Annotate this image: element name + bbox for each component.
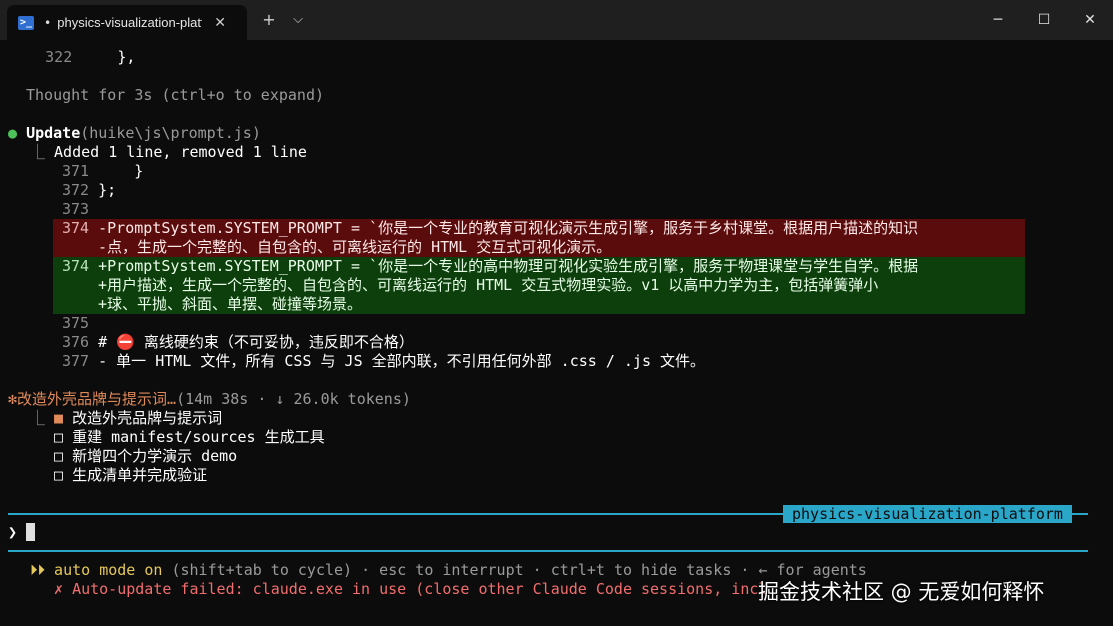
task-item: □ 新增四个力学演示 demo [54, 447, 238, 465]
error-icon: ✗ [54, 580, 64, 598]
removed-line: -点，生成一个完整的、自包含的、可离线运行的 HTML 交互式可视化演示。 [98, 238, 612, 256]
checkbox-empty-icon: □ [54, 466, 64, 484]
code-line: 371 } [62, 162, 144, 180]
code-line: 322 }, [45, 48, 136, 66]
tab-close-icon[interactable]: ✕ [214, 15, 226, 31]
prompt-char: ❯ [8, 523, 18, 541]
checkbox-empty-icon: □ [54, 428, 64, 446]
title-bar: >_ • physics-visualization-platfor ✕ + ⌵… [0, 0, 1113, 40]
tab-title: physics-visualization-platfor [57, 15, 203, 30]
tab-dropdown-icon[interactable]: ⌵ [284, 8, 312, 32]
prompt-input-cursor[interactable] [26, 523, 35, 541]
task-item: ⎿ ■ 改造外壳品牌与提示词 [30, 409, 223, 427]
code-line: 373 [62, 200, 90, 218]
checkbox-empty-icon: □ [54, 447, 64, 465]
added-line: 374 +PromptSystem.SYSTEM_PROMPT = `你是一个专… [62, 257, 919, 275]
tab-modified-dot: • [44, 15, 52, 30]
error-message: ✗ Auto-update failed: claude.exe in use … [54, 580, 768, 598]
removed-line: 374 -PromptSystem.SYSTEM_PROMPT = `你是一个专… [62, 219, 919, 237]
code-line: 375 [62, 314, 90, 332]
update-header: ● Update(huike\js\prompt.js) [8, 124, 261, 142]
status-dot-icon: ● [8, 124, 18, 142]
checkbox-filled-icon: ■ [54, 409, 64, 427]
code-line: 377 - 单一 HTML 文件，所有 CSS 与 JS 全部内联，不引用任何外… [62, 352, 706, 370]
added-line: +用户描述，生成一个完整的、自包含的、可离线运行的 HTML 交互式物理实验。v… [98, 276, 879, 294]
update-summary: ⎿ Added 1 line, removed 1 line [30, 143, 307, 161]
spinner-icon: ✻ [8, 390, 18, 408]
task-item: □ 生成清单并完成验证 [54, 466, 208, 484]
code-line: 376 # ⛔ 离线硬约束（不可妥协，违反即不合格） [62, 333, 414, 351]
maximize-button[interactable]: ☐ [1021, 0, 1067, 40]
thought-status: Thought for 3s (ctrl+o to expand) [26, 86, 325, 104]
minimize-button[interactable]: ─ [975, 0, 1021, 40]
powershell-icon: >_ [18, 15, 34, 30]
watermark: 掘金技术社区 @ 无爱如何释怀 [758, 580, 1045, 604]
new-tab-button[interactable]: + [255, 8, 283, 32]
auto-mode-icon: ⏵⏵ [30, 561, 46, 579]
task-item: □ 重建 manifest/sources 生成工具 [54, 428, 325, 446]
task-status: ✻改造外壳品牌与提示词…(14m 38s · ↓ 26.0k tokens) [8, 390, 411, 408]
terminal-tab[interactable]: >_ • physics-visualization-platfor ✕ [7, 5, 247, 40]
close-button[interactable]: ✕ [1067, 0, 1113, 40]
input-bottom-border [8, 550, 1088, 552]
project-label: physics-visualization-platform [783, 505, 1072, 523]
code-line: 372 }; [62, 181, 117, 199]
mode-status[interactable]: ⏵⏵ auto mode on (shift+tab to cycle) · e… [30, 561, 867, 580]
added-line: +球、平抛、斜面、单摆、碰撞等场景。 [98, 295, 363, 313]
